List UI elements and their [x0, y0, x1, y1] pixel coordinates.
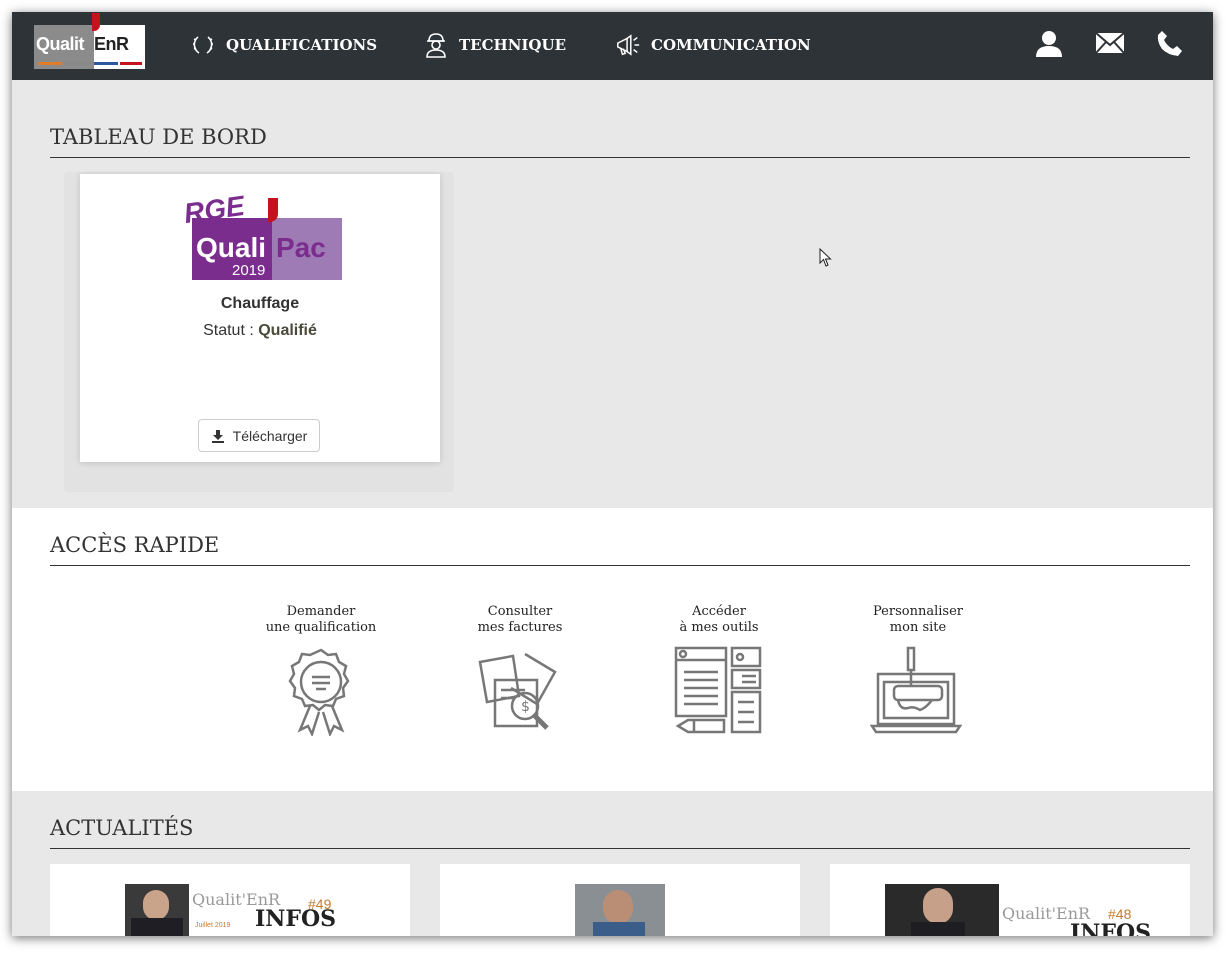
news-thumbnail [575, 884, 665, 936]
status-value: Qualifié [258, 322, 317, 339]
download-label: Télécharger [232, 427, 308, 444]
quick-label-line2: mes factures [477, 620, 563, 635]
quick-access-tools[interactable]: Accéder à mes outils [639, 604, 799, 736]
invoice-search-icon: $ [478, 652, 557, 730]
quick-customize-site[interactable]: Personnaliser mon site [838, 604, 998, 736]
news-date: Juillet 2019 [195, 922, 231, 929]
mail-icon[interactable] [1093, 26, 1127, 60]
quick-label-line1: Consulter [487, 604, 553, 619]
news-title: ACTUALITÉS [50, 816, 194, 840]
quick-label-line1: Accéder [692, 604, 746, 619]
news-subtitle: INFOS [255, 906, 337, 932]
qualification-status: Statut : Qualifié [80, 322, 440, 340]
mouse-cursor-icon [819, 247, 833, 273]
news-card[interactable]: Qualit'EnR #49 INFOS Juillet 2019 [50, 864, 410, 936]
website-paint-icon [870, 646, 963, 734]
worker-icon [423, 32, 449, 58]
badge-brand-left: Quali [196, 232, 267, 263]
quick-label-line2: à mes outils [679, 620, 759, 635]
quick-access-divider [50, 565, 1190, 566]
news-divider [50, 848, 1190, 849]
status-label: Statut : [203, 322, 259, 339]
qualification-card: RGE Quali Pac 2019 Chauffage Statut : Qu… [80, 174, 440, 462]
phone-icon[interactable] [1153, 26, 1187, 60]
badge-year: 2019 [232, 262, 266, 279]
news-card[interactable]: Qualit'EnR #48 INFOS [830, 864, 1190, 936]
browser-viewport: Qualit EnR QUALIFICATIONS TECHNIQUE COMM… [12, 12, 1213, 936]
rge-qualipac-badge: RGE Quali Pac 2019 [182, 190, 344, 282]
dashboard-title: TABLEAU DE BORD [50, 125, 267, 149]
download-icon [211, 429, 225, 443]
dashboard-divider [50, 157, 1190, 158]
nav-communication-label: COMMUNICATION [651, 36, 811, 54]
nav-qualifications-label: QUALIFICATIONS [226, 36, 378, 54]
logo-text-right: EnR [94, 34, 129, 54]
news-thumbnail [885, 884, 999, 936]
nav-qualifications[interactable]: QUALIFICATIONS [190, 32, 377, 58]
logo-text-left: Qualit [36, 34, 85, 54]
download-button[interactable]: Télécharger [198, 419, 320, 452]
quick-access-title: ACCÈS RAPIDE [50, 533, 220, 557]
nav-technique[interactable]: TECHNIQUE [423, 32, 566, 58]
quick-view-invoices[interactable]: Consulter mes factures $ [440, 604, 600, 736]
megaphone-icon [615, 32, 641, 58]
laurel-icon [190, 32, 216, 58]
top-navbar: Qualit EnR QUALIFICATIONS TECHNIQUE COMM… [12, 12, 1213, 80]
news-card[interactable] [440, 864, 800, 936]
certificate-icon [288, 648, 350, 736]
qualitenr-logo[interactable]: Qualit EnR [34, 13, 145, 69]
nav-communication[interactable]: COMMUNICATION [615, 32, 811, 58]
quick-request-qualification[interactable]: Demander une qualification [241, 604, 401, 736]
tools-icon [674, 646, 762, 734]
news-thumbnail [125, 884, 189, 936]
user-icon[interactable] [1032, 26, 1066, 60]
nav-technique-label: TECHNIQUE [459, 36, 567, 54]
quick-label-line1: Demander [286, 604, 356, 619]
news-subtitle: INFOS [1070, 920, 1152, 936]
badge-brand-right: Pac [276, 232, 326, 263]
quick-label-line2: mon site [889, 620, 947, 635]
quick-label-line2: une qualification [265, 620, 377, 635]
quick-label-line1: Personnaliser [873, 604, 963, 619]
qualification-name: Chauffage [220, 295, 300, 312]
svg-text:$: $ [521, 699, 530, 715]
